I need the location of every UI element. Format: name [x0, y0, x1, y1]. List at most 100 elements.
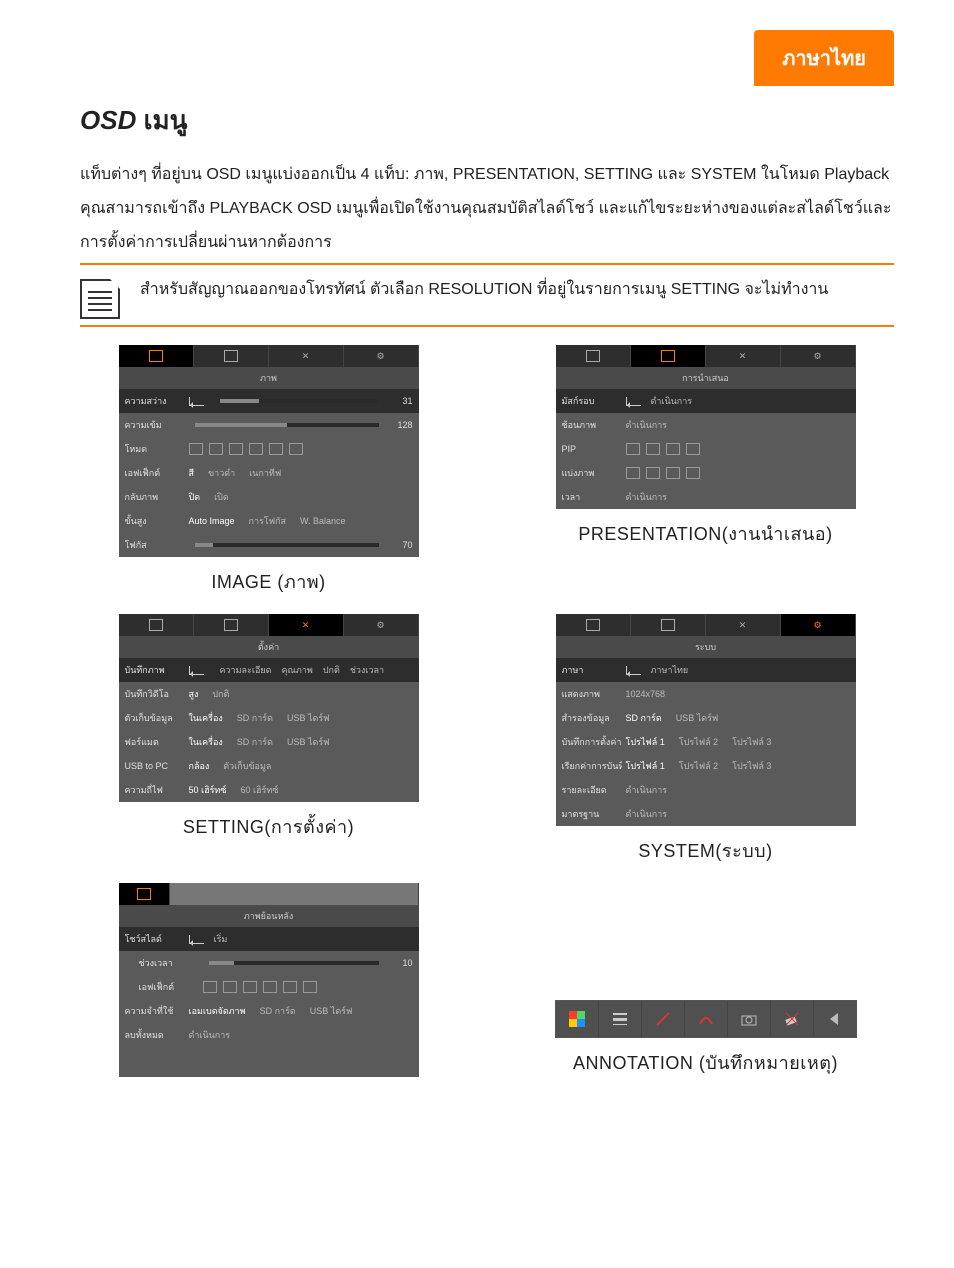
osd-row[interactable]: บันทึกภาพความละเอียดคุณภาพปกติช่วงเวลา [119, 658, 419, 682]
osd-row[interactable]: สำรองข้อมูลSD การ์ดUSB ไดร์ฟ [556, 706, 856, 730]
layout-option-icon[interactable] [686, 443, 700, 455]
mode-icon[interactable] [203, 981, 217, 993]
mode-icon[interactable] [283, 981, 297, 993]
osd-option[interactable]: เนกาทีฟ [249, 466, 281, 480]
osd-option[interactable]: คุณภาพ [282, 663, 313, 677]
osd-row[interactable]: แสดงภาพ1024x768 [556, 682, 856, 706]
osd-option[interactable]: ตัวเก็บข้อมูล [223, 759, 271, 773]
osd-option[interactable]: USB ไดร์ฟ [676, 711, 719, 725]
osd-row[interactable]: ตัวเก็บข้อมูลในเครื่องSD การ์ดUSB ไดร์ฟ [119, 706, 419, 730]
slider-track[interactable] [195, 423, 379, 427]
osd-option[interactable]: USB ไดร์ฟ [287, 711, 330, 725]
osd-option[interactable]: Auto Image [189, 516, 235, 526]
mode-icon[interactable] [289, 443, 303, 455]
osd-row[interactable]: ซ้อนภาพดำเนินการ [556, 413, 856, 437]
osd-option[interactable]: โปรไฟล์ 1 [626, 759, 665, 773]
tab-setting[interactable]: ✕ [706, 345, 781, 367]
mode-icon[interactable] [303, 981, 317, 993]
osd-option[interactable]: ความละเอียด [220, 663, 272, 677]
tab-presentation[interactable] [194, 614, 269, 636]
osd-row[interactable]: USB to PCกล้องตัวเก็บข้อมูล [119, 754, 419, 778]
layout-option-icon[interactable] [646, 467, 660, 479]
anno-erase-button[interactable] [771, 1001, 814, 1037]
osd-row[interactable]: มัสก์รอบดำเนินการ [556, 389, 856, 413]
osd-option[interactable]: SD การ์ด [237, 735, 273, 749]
tab-presentation[interactable] [194, 345, 269, 367]
osd-option[interactable]: โปรไฟล์ 2 [679, 735, 718, 749]
tab-playback[interactable] [119, 883, 170, 905]
osd-row[interactable]: ฟอร์แมตในเครื่องSD การ์ดUSB ไดร์ฟ [119, 730, 419, 754]
tab-image[interactable] [119, 614, 194, 636]
tab-system[interactable]: ⚙ [781, 614, 856, 636]
osd-option[interactable]: USB ไดร์ฟ [287, 735, 330, 749]
osd-option[interactable]: สี [189, 466, 195, 480]
tab-setting[interactable]: ✕ [269, 345, 344, 367]
osd-option[interactable]: W. Balance [300, 516, 346, 526]
osd-option[interactable]: เปิด [214, 490, 229, 504]
mode-icon[interactable] [229, 443, 243, 455]
osd-option[interactable]: ช่วงเวลา [350, 663, 384, 677]
osd-option[interactable]: SD การ์ด [237, 711, 273, 725]
osd-option[interactable]: ปกติ [212, 687, 229, 701]
osd-row[interactable]: ความสว่าง31 [119, 389, 419, 413]
osd-option[interactable]: โปรไฟล์ 3 [732, 759, 771, 773]
osd-row[interactable]: แบ่งภาพ [556, 461, 856, 485]
layout-option-icon[interactable] [686, 467, 700, 479]
osd-option[interactable]: 60 เฮิร์ทซ์ [240, 783, 278, 797]
osd-option[interactable]: สูง [189, 687, 199, 701]
osd-option[interactable]: โปรไฟล์ 1 [626, 735, 665, 749]
tab-system[interactable]: ⚙ [344, 345, 419, 367]
osd-row[interactable]: กลับภาพปิดเปิด [119, 485, 419, 509]
layout-option-icon[interactable] [626, 467, 640, 479]
slider-track[interactable] [220, 399, 379, 403]
tab-setting[interactable]: ✕ [269, 614, 344, 636]
layout-option-icon[interactable] [666, 467, 680, 479]
osd-option[interactable]: ปิด [189, 490, 201, 504]
osd-row[interactable]: เอฟเฟ็กต์ [119, 975, 419, 999]
osd-option[interactable]: กล้อง [189, 759, 210, 773]
osd-row[interactable]: เวลาดำเนินการ [556, 485, 856, 509]
osd-row[interactable]: เรียกค่าการบันทึกโปรไฟล์ 1โปรไฟล์ 2โปรไฟ… [556, 754, 856, 778]
mode-icon[interactable] [249, 443, 263, 455]
osd-option[interactable]: ขาวดำ [208, 466, 235, 480]
anno-lineweight-button[interactable] [599, 1001, 642, 1037]
osd-option[interactable]: ปกติ [323, 663, 340, 677]
osd-row[interactable]: โหมด [119, 437, 419, 461]
osd-option[interactable]: การโฟกัส [249, 514, 287, 528]
tab-setting[interactable]: ✕ [706, 614, 781, 636]
osd-row[interactable]: โฟกัส70 [119, 533, 419, 557]
tab-image[interactable] [556, 614, 631, 636]
tab-presentation[interactable] [631, 614, 706, 636]
osd-option[interactable]: โปรไฟล์ 3 [732, 735, 771, 749]
osd-option[interactable]: โปรไฟล์ 2 [679, 759, 718, 773]
tab-image[interactable] [556, 345, 631, 367]
layout-option-icon[interactable] [666, 443, 680, 455]
slider-track[interactable] [209, 961, 379, 965]
osd-row[interactable]: ความเข้ม128 [119, 413, 419, 437]
tab-system[interactable]: ⚙ [781, 345, 856, 367]
tab-presentation[interactable] [631, 345, 706, 367]
osd-row[interactable]: มาตรฐานดำเนินการ [556, 802, 856, 826]
mode-icon[interactable] [189, 443, 203, 455]
tab-system[interactable]: ⚙ [344, 614, 419, 636]
osd-option[interactable]: 50 เฮิร์ทซ์ [189, 783, 227, 797]
osd-option[interactable]: ในเครื่อง [189, 735, 223, 749]
osd-option[interactable]: SD การ์ด [626, 711, 662, 725]
osd-row[interactable]: ความจำที่ใช้เอมเบดจัดภาพSD การ์ดUSB ไดร์… [119, 999, 419, 1023]
osd-row[interactable]: บันทึกวิดีโอสูงปกติ [119, 682, 419, 706]
anno-color-button[interactable] [556, 1001, 599, 1037]
mode-icon[interactable] [209, 443, 223, 455]
mode-icon[interactable] [269, 443, 283, 455]
osd-option[interactable]: ในเครื่อง [189, 711, 223, 725]
mode-icon[interactable] [263, 981, 277, 993]
osd-row[interactable]: เอฟเฟ็กต์สีขาวดำเนกาทีฟ [119, 461, 419, 485]
osd-row[interactable]: บันทึกการตั้งค่าโปรไฟล์ 1โปรไฟล์ 2โปรไฟล… [556, 730, 856, 754]
osd-row[interactable]: รายละเอียดดำเนินการ [556, 778, 856, 802]
osd-option[interactable]: SD การ์ด [260, 1004, 296, 1018]
layout-option-icon[interactable] [646, 443, 660, 455]
anno-line-button[interactable] [642, 1001, 685, 1037]
osd-option[interactable]: เอมเบดจัดภาพ [189, 1004, 246, 1018]
osd-row[interactable]: ความถี่ไฟ50 เฮิร์ทซ์60 เฮิร์ทซ์ [119, 778, 419, 802]
osd-row[interactable]: ช่วงเวลา10 [119, 951, 419, 975]
slider-track[interactable] [195, 543, 379, 547]
